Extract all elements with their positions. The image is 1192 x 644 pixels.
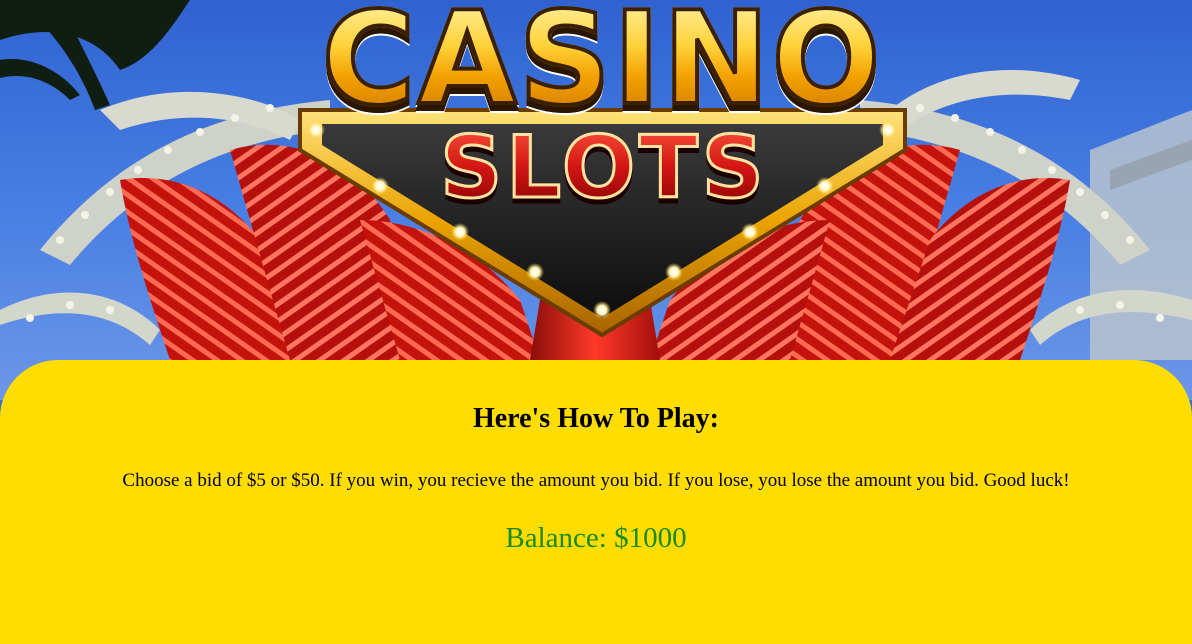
logo-slots-text: SLOTS (420, 117, 788, 220)
how-to-play-heading: Here's How To Play: (472, 403, 720, 434)
balance-display: Balance: $1000 (505, 522, 687, 554)
palm-tree-silhouette (0, 0, 190, 110)
logo-casino-text: CASINO (312, 0, 892, 132)
how-to-play-text: Choose a bid of $5 or $50. If you win, y… (122, 470, 1070, 491)
instructions-panel: Here's How To Play: Choose a bid of $5 o… (0, 360, 1192, 644)
hero-banner: CASINO SLOTS (0, 0, 1192, 400)
